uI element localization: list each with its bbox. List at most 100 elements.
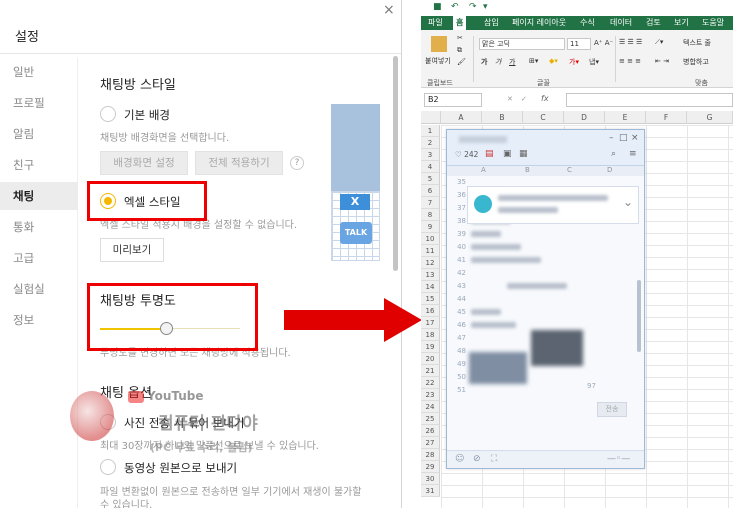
row-header[interactable]: 6 <box>421 185 440 197</box>
row-header[interactable]: 13 <box>421 269 440 281</box>
menu-icon[interactable]: ≡ <box>629 149 637 159</box>
italic-icon[interactable]: 가 <box>495 57 501 67</box>
row-header[interactable]: 16 <box>421 305 440 317</box>
row-header[interactable]: 5 <box>421 173 440 185</box>
minimize-icon[interactable]: – <box>609 133 614 143</box>
chat-image[interactable] <box>469 352 527 384</box>
cut-icon[interactable]: ✂ <box>457 34 463 42</box>
column-header[interactable]: B <box>482 111 523 124</box>
calendar-icon[interactable]: ▦ <box>519 149 528 159</box>
phonetic-icon[interactable]: 냅▾ <box>589 57 599 67</box>
tab-insert[interactable]: 삽입 <box>481 16 502 30</box>
paste-label[interactable]: 붙여넣기 <box>425 56 451 66</box>
nav-item-notifications[interactable]: 알림 <box>0 120 78 148</box>
row-header[interactable]: 30 <box>421 473 440 485</box>
row-header[interactable]: 19 <box>421 341 440 353</box>
row-header[interactable]: 18 <box>421 329 440 341</box>
search-icon[interactable]: ⌕ <box>611 149 616 159</box>
column-header[interactable]: E <box>605 111 646 124</box>
wrap-text-button[interactable]: 텍스트 줄 <box>683 38 711 48</box>
row-header[interactable]: 17 <box>421 317 440 329</box>
name-box[interactable]: B2 <box>424 93 482 107</box>
radio-video-original[interactable] <box>100 459 116 475</box>
settings-scrollbar[interactable] <box>393 56 398 271</box>
radio-photo-bundle[interactable] <box>100 414 116 430</box>
font-color-icon[interactable]: 가▾ <box>569 57 579 67</box>
row-header[interactable]: 7 <box>421 197 440 209</box>
row-header[interactable]: 14 <box>421 281 440 293</box>
row-header[interactable]: 31 <box>421 485 440 497</box>
apply-all-button[interactable]: 전체 적용하기 <box>195 151 283 175</box>
font-name-select[interactable]: 맑은 고딕 <box>479 38 565 50</box>
function-icon[interactable]: fx <box>541 94 549 103</box>
row-header[interactable]: 20 <box>421 353 440 365</box>
row-header[interactable]: 12 <box>421 257 440 269</box>
zoom-slider-icon[interactable]: —◦— <box>607 454 630 464</box>
send-button[interactable]: 전송 <box>597 402 627 417</box>
row-header[interactable]: 3 <box>421 149 440 161</box>
close-icon[interactable]: × <box>631 133 639 143</box>
font-grow-icon[interactable]: A⁺ A⁻ <box>594 39 613 47</box>
select-all-corner[interactable] <box>421 111 441 124</box>
customize-icon[interactable]: ▾ <box>483 2 488 12</box>
row-header[interactable]: 21 <box>421 365 440 377</box>
row-header[interactable]: 25 <box>421 413 440 425</box>
tab-data[interactable]: 데이터 <box>607 16 635 30</box>
column-header[interactable]: F <box>646 111 687 124</box>
align-left-icon[interactable]: ≡ ≡ ≡ <box>619 57 641 65</box>
kakaotalk-chat-window[interactable]: – □ × ♡ 242 ▤ ▣ ▦ ⌕ ≡ A B C D 35 36 37 38 39… <box>446 129 645 469</box>
nav-item-general[interactable]: 일반 <box>0 58 78 86</box>
tab-help[interactable]: 도움말 <box>699 16 727 30</box>
paste-icon[interactable] <box>431 36 447 52</box>
merge-center-button[interactable]: 병합하고 <box>683 57 709 67</box>
formula-input[interactable] <box>566 93 733 107</box>
maximize-icon[interactable]: □ <box>619 133 628 143</box>
row-header[interactable]: 22 <box>421 377 440 389</box>
nav-item-friends[interactable]: 친구 <box>0 151 78 179</box>
row-header[interactable]: 29 <box>421 461 440 473</box>
column-header[interactable]: C <box>523 111 564 124</box>
tab-page-layout[interactable]: 페이지 레이아웃 <box>509 16 569 30</box>
underline-icon[interactable]: 가 <box>509 57 515 67</box>
row-header[interactable]: 1 <box>421 125 440 137</box>
notice-icon[interactable]: ▤ <box>485 149 494 159</box>
chat-scrollbar[interactable] <box>637 280 641 352</box>
redo-icon[interactable]: ↷ <box>469 2 477 12</box>
row-header[interactable]: 15 <box>421 293 440 305</box>
nav-item-chat[interactable]: 채팅 <box>0 182 78 210</box>
cancel-icon[interactable]: ✕ <box>507 95 513 103</box>
nav-item-profile[interactable]: 프로필 <box>0 89 78 117</box>
row-header[interactable]: 26 <box>421 425 440 437</box>
close-icon[interactable]: × <box>383 2 395 18</box>
format-painter-icon[interactable]: 🖌 <box>457 58 466 66</box>
tab-formulas[interactable]: 수식 <box>577 16 598 30</box>
nav-item-advanced[interactable]: 고급 <box>0 244 78 272</box>
album-icon[interactable]: ▣ <box>503 149 512 159</box>
nav-item-call[interactable]: 통화 <box>0 213 78 241</box>
chevron-down-icon[interactable]: ⌄ <box>623 195 633 209</box>
row-header[interactable]: 10 <box>421 233 440 245</box>
orientation-icon[interactable]: ⟋▾ <box>655 38 663 47</box>
column-header[interactable]: G <box>687 111 733 124</box>
row-header[interactable]: 24 <box>421 401 440 413</box>
nav-item-info[interactable]: 정보 <box>0 306 78 334</box>
row-header[interactable]: 9 <box>421 221 440 233</box>
column-header[interactable]: A <box>441 111 482 124</box>
tab-home[interactable]: 홈 <box>453 16 467 30</box>
border-icon[interactable]: ⊞▾ <box>529 57 538 65</box>
row-header[interactable]: 11 <box>421 245 440 257</box>
font-size-select[interactable]: 11 <box>567 38 591 50</box>
column-header[interactable]: D <box>564 111 605 124</box>
indent-icon[interactable]: ⇤ ⇥ <box>655 57 669 65</box>
fill-color-icon[interactable]: ◆▾ <box>549 57 558 65</box>
attach-icon[interactable]: ⊘ <box>473 454 481 464</box>
bold-icon[interactable]: 가 <box>481 57 487 67</box>
row-header[interactable]: 28 <box>421 449 440 461</box>
align-top-icon[interactable]: ☰ ☰ ☰ <box>619 38 642 46</box>
row-header[interactable]: 27 <box>421 437 440 449</box>
save-icon[interactable]: ■ <box>433 2 442 12</box>
row-header[interactable]: 4 <box>421 161 440 173</box>
copy-icon[interactable]: ⧉ <box>457 46 462 55</box>
chat-image[interactable] <box>531 330 583 366</box>
radio-basic-bg[interactable] <box>100 106 116 122</box>
